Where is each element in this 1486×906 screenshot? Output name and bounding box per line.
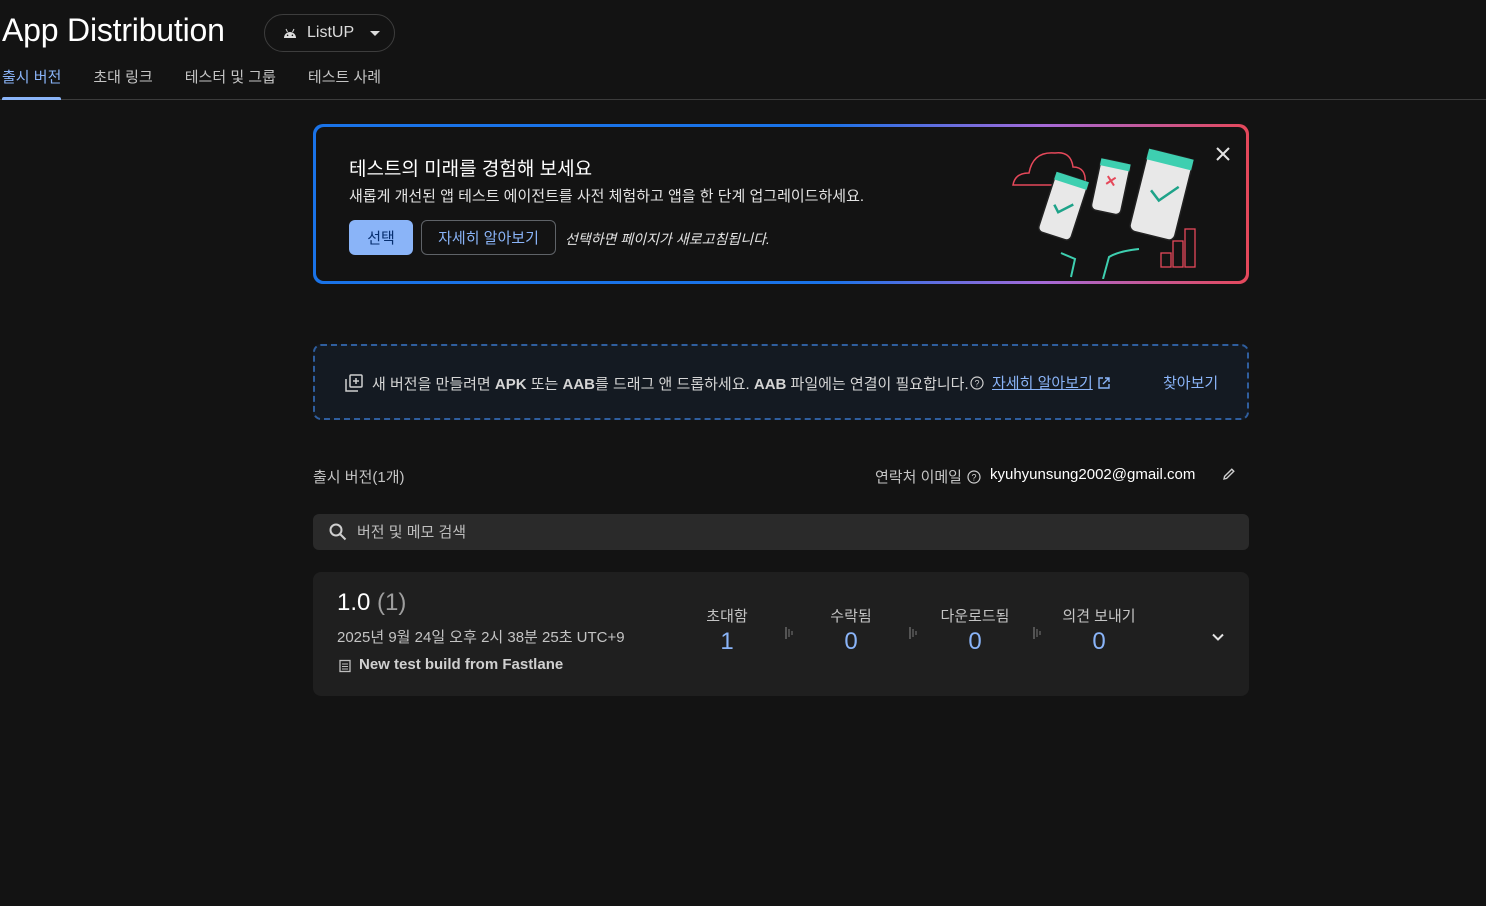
chevron-down-icon[interactable] bbox=[1210, 629, 1226, 645]
stat-invited: 초대함 1 bbox=[677, 605, 777, 656]
stat-label: 다운로드됨 bbox=[940, 608, 1010, 625]
banner-description: 새롭게 개선된 앱 테스트 에이전트를 사전 체험하고 앱을 한 단계 업그레이… bbox=[349, 188, 865, 205]
banner-title: 테스트의 미래를 경험해 보세요 bbox=[349, 159, 593, 180]
search-icon bbox=[329, 523, 347, 541]
close-icon[interactable] bbox=[1212, 143, 1234, 165]
edit-pencil-icon[interactable] bbox=[1221, 466, 1237, 482]
svg-text:?: ? bbox=[971, 473, 976, 483]
external-link-icon bbox=[1098, 377, 1110, 389]
banner-learn-more-button[interactable]: 자세히 알아보기 bbox=[421, 220, 556, 255]
stat-value: 1 bbox=[720, 628, 734, 655]
help-icon[interactable]: ? bbox=[967, 470, 981, 484]
stat-label: 수락됨 bbox=[830, 608, 872, 625]
funnel-separator-icon bbox=[909, 627, 917, 639]
banner-note: 선택하면 페이지가 새로고침됩니다. bbox=[565, 231, 770, 247]
funnel-separator-icon bbox=[785, 627, 793, 639]
releases-count-title: 출시 버전(1개) bbox=[313, 469, 405, 486]
contact-email-value: kyuhyunsung2002@gmail.com bbox=[990, 466, 1196, 483]
notes-icon bbox=[339, 659, 351, 673]
contact-email-label: 연락처 이메일 bbox=[875, 469, 962, 486]
help-icon[interactable]: ? bbox=[970, 376, 984, 390]
promo-banner-body: 테스트의 미래를 경험해 보세요 새롭게 개선된 앱 테스트 에이전트를 사전 … bbox=[316, 127, 1246, 281]
release-row[interactable]: 1.0 (1) 2025년 9월 24일 오후 2시 38분 25초 UTC+9… bbox=[313, 572, 1249, 696]
tab-test-cases[interactable]: 테스트 사례 bbox=[308, 64, 381, 100]
android-icon bbox=[284, 28, 296, 38]
browse-button[interactable]: 찾아보기 bbox=[1163, 372, 1218, 393]
promo-banner: 테스트의 미래를 경험해 보세요 새롭게 개선된 앱 테스트 에이전트를 사전 … bbox=[313, 124, 1249, 284]
caret-down-icon bbox=[370, 30, 381, 36]
stat-feedback: 의견 보내기 0 bbox=[1049, 605, 1149, 656]
search-bar bbox=[313, 514, 1249, 550]
funnel-separator-icon bbox=[1033, 627, 1041, 639]
add-file-icon bbox=[345, 374, 363, 392]
stat-label: 초대함 bbox=[706, 608, 748, 625]
release-build-number: (1) bbox=[377, 589, 407, 616]
release-version: 1.0 (1) bbox=[337, 589, 407, 616]
testing-illustration bbox=[1012, 148, 1196, 279]
page-title: App Distribution bbox=[2, 12, 225, 48]
tab-releases[interactable]: 출시 버전 bbox=[2, 64, 62, 100]
svg-text:?: ? bbox=[974, 379, 979, 389]
stat-value: 0 bbox=[844, 628, 858, 655]
tab-testers-groups[interactable]: 테스터 및 그룹 bbox=[185, 64, 276, 100]
release-date: 2025년 9월 24일 오후 2시 38분 25초 UTC+9 bbox=[337, 629, 625, 646]
tab-bar: 출시 버전 초대 링크 테스터 및 그룹 테스트 사례 bbox=[2, 64, 413, 100]
release-notes: New test build from Fastlane bbox=[359, 656, 564, 673]
tab-invite-links[interactable]: 초대 링크 bbox=[93, 64, 152, 100]
stat-label: 의견 보내기 bbox=[1062, 608, 1136, 625]
stat-value: 0 bbox=[1092, 628, 1106, 655]
upload-dropzone[interactable]: 새 버전을 만들려면 APK 또는 AAB를 드래그 앤 드롭하세요. AAB … bbox=[313, 344, 1249, 420]
app-selector-dropdown[interactable]: ListUP bbox=[264, 14, 395, 52]
stat-downloaded: 다운로드됨 0 bbox=[925, 605, 1025, 656]
top-header: App Distribution ListUP 출시 버전 초대 링크 테스터 … bbox=[0, 0, 1486, 100]
dropzone-instructions: 새 버전을 만들려면 APK 또는 AAB를 드래그 앤 드롭하세요. AAB … bbox=[372, 376, 969, 393]
dropzone-learn-more-link[interactable]: 자세히 알아보기 bbox=[992, 372, 1093, 393]
search-input[interactable] bbox=[357, 514, 1237, 550]
stat-accepted: 수락됨 0 bbox=[801, 605, 901, 656]
app-selector-label: ListUP bbox=[307, 24, 355, 41]
select-button[interactable]: 선택 bbox=[349, 220, 413, 255]
stat-value: 0 bbox=[968, 628, 982, 655]
